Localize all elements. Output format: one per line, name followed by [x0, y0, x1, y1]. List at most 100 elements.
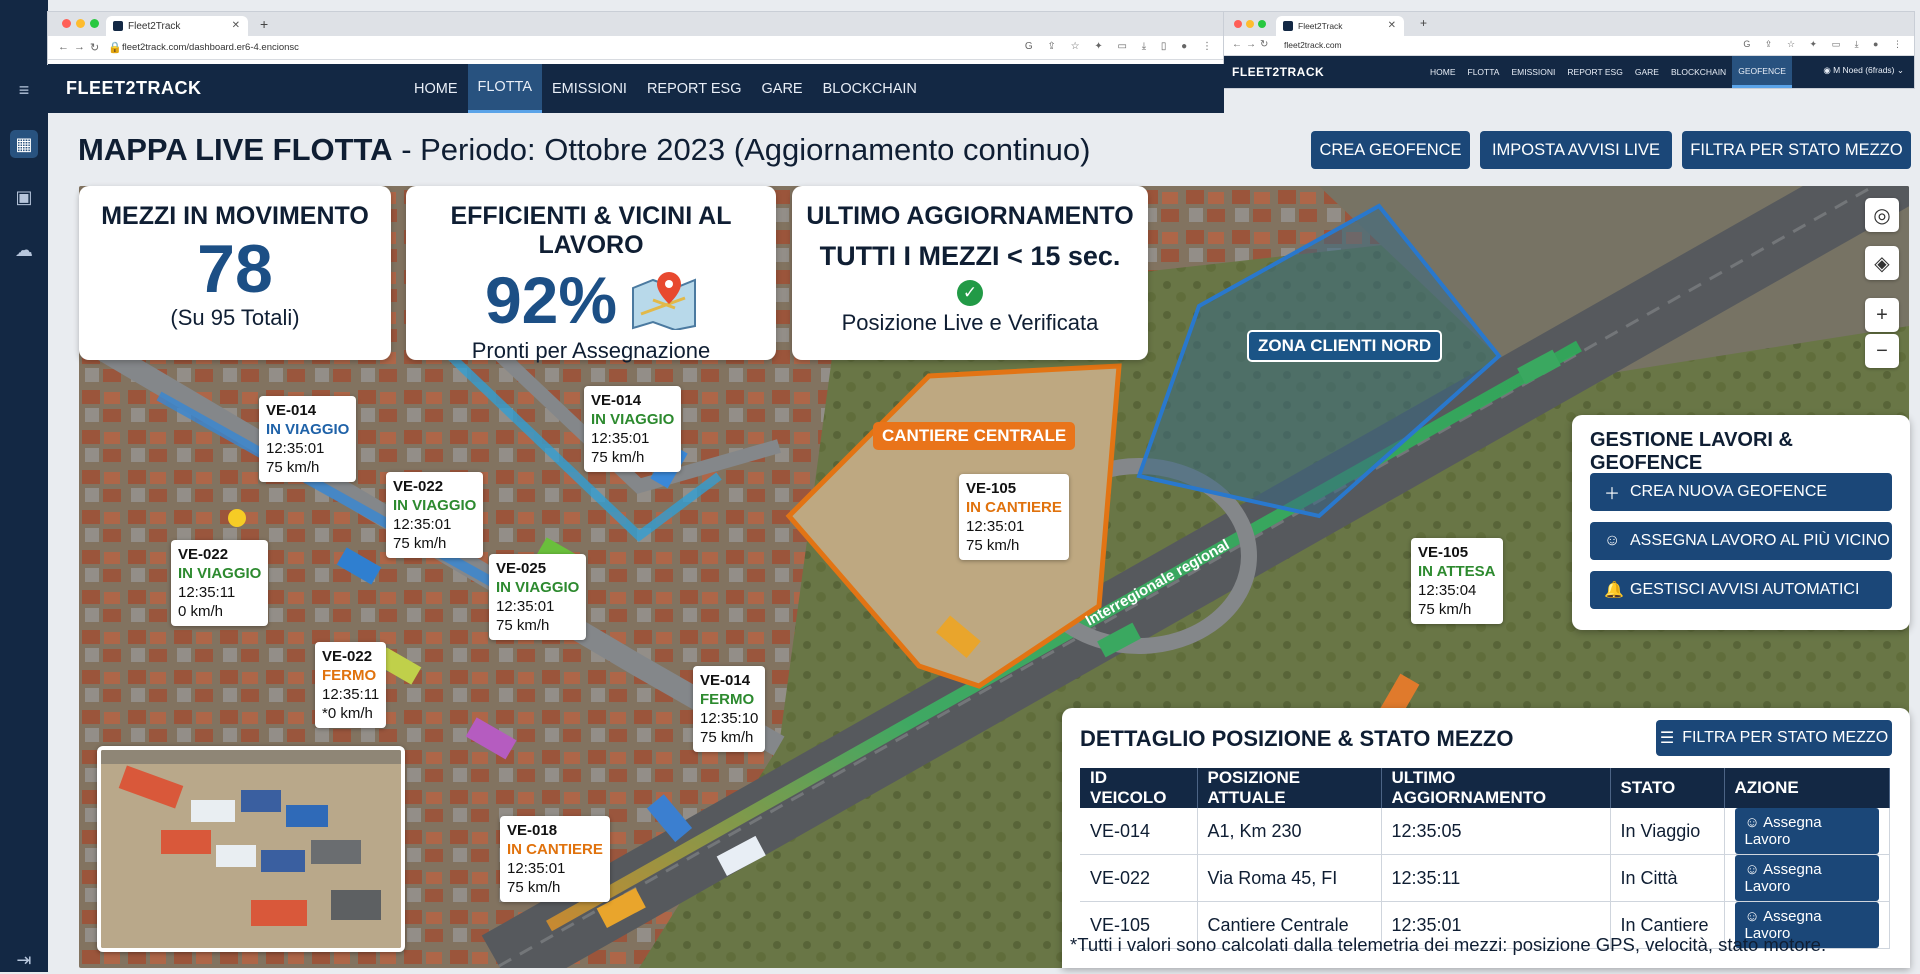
tab-title: Fleet2Track: [1298, 21, 1343, 31]
vehicle-callout[interactable]: VE-018 IN CANTIERE 12:35:01 75 km/h: [500, 816, 610, 902]
table-row[interactable]: VE-014 A1, Km 230 12:35:05 In Viaggio ☺ …: [1080, 808, 1890, 855]
user-menu[interactable]: ◉ M Noed (6frads) ⌄: [1823, 65, 1904, 76]
maximize-window-icon[interactable]: [1258, 20, 1266, 28]
hamburger-icon[interactable]: ≡: [10, 76, 38, 104]
nav-item-blockchain[interactable]: BLOCKCHAIN: [1665, 56, 1732, 88]
site-camera-inset[interactable]: [97, 746, 405, 952]
vehicle-id: VE-018: [507, 822, 558, 839]
kpi-title: ULTIMO AGGIORNAMENTO: [806, 202, 1134, 230]
browser-toolbar-icons[interactable]: G ⇪ ☆ ✦ ▭ ⤓ ▯ ● ⋮: [1025, 41, 1218, 52]
layers-icon[interactable]: ◈: [1865, 246, 1899, 280]
vehicle-callout[interactable]: VE-014 FERMO 12:35:10 75 km/h: [693, 666, 766, 752]
maximize-window-icon[interactable]: [90, 19, 99, 28]
table-row[interactable]: VE-022 Via Roma 45, FI 12:35:11 In Città…: [1080, 854, 1890, 902]
map-pin-marker[interactable]: [228, 509, 246, 527]
nav-item-report-esg[interactable]: REPORT ESG: [1561, 56, 1628, 88]
url-field[interactable]: fleet2track.com: [1284, 40, 1342, 50]
close-window-icon[interactable]: [1234, 20, 1242, 28]
nav-item-flotta[interactable]: FLOTTA: [1462, 56, 1506, 88]
manage-alerts-button[interactable]: 🔔 GESTISCI AVVISI AUTOMATICI: [1590, 571, 1892, 609]
forward-icon[interactable]: →: [74, 41, 85, 53]
cloud-upload-icon[interactable]: ☁: [10, 236, 38, 264]
back-icon[interactable]: ←: [1232, 39, 1242, 50]
col-header[interactable]: AZIONE: [1724, 768, 1890, 808]
assign-job-button[interactable]: ☺ Assegna Lavoro: [1734, 808, 1879, 854]
vehicle-callout[interactable]: VE-105 IN ATTESA 12:35:04 75 km/h: [1411, 538, 1503, 624]
cell-state: In Città: [1610, 854, 1725, 902]
favicon-icon: [113, 21, 123, 31]
wallet-icon[interactable]: ▣: [10, 183, 38, 211]
nav-item-gare[interactable]: GARE: [1629, 56, 1665, 88]
vehicle-speed: 0 km/h: [178, 603, 224, 620]
zoom-out-icon[interactable]: −: [1865, 334, 1899, 368]
vehicle-speed: *0 km/h: [322, 705, 373, 722]
forward-icon[interactable]: →: [1246, 39, 1256, 50]
nav-item-report-esg[interactable]: REPORT ESG: [637, 64, 752, 113]
vehicle-time: 12:35:01: [591, 430, 650, 447]
browser-toolbar-icons[interactable]: G ⇪ ☆ ✦ ▭ ⤓ ● ⋮: [1743, 39, 1908, 50]
vehicle-callout[interactable]: VE-022 IN VIAGGIO 12:35:11 0 km/h: [171, 540, 269, 626]
col-header[interactable]: STATO: [1610, 768, 1725, 808]
secondary-appbar: FLEET2TRACK HOME FLOTTA EMISSIONI REPORT ES…: [1224, 56, 1914, 88]
vehicle-callout[interactable]: VE-022 FERMO 12:35:11 *0 km/h: [315, 642, 387, 728]
map-pin-icon: [632, 272, 697, 330]
reload-icon[interactable]: ↻: [90, 41, 99, 54]
button-label: ASSEGNA LAVORO AL PIÙ VICINO: [1630, 532, 1890, 549]
browser-tab-secondary[interactable]: Fleet2Track ✕: [1276, 16, 1404, 36]
vehicle-status: IN VIAGGIO: [393, 497, 477, 514]
back-icon[interactable]: ←: [58, 41, 69, 53]
vehicle-callout[interactable]: VE-014 IN VIAGGIO 12:35:01 75 km/h: [584, 386, 682, 472]
close-window-icon[interactable]: [62, 19, 71, 28]
vehicle-status: IN VIAGGIO: [591, 411, 675, 428]
vehicle-id: VE-105: [966, 480, 1017, 497]
nav-item-gare[interactable]: GARE: [752, 64, 813, 113]
vehicle-id: VE-014: [266, 402, 317, 419]
set-live-alerts-button[interactable]: IMPOSTA AVVISI LIVE: [1480, 131, 1672, 169]
tab-strip: Fleet2Track ✕ +: [48, 12, 1224, 36]
geofence-panel: GESTIONE LAVORI & GEOFENCE ＋ CREA NUOVA G…: [1572, 415, 1910, 630]
vehicle-status-table: ID VEICOLO POSIZIONE ATTUALE ULTIMO AGGI…: [1080, 768, 1890, 949]
vehicle-callout[interactable]: VE-014 IN VIAGGIO 12:35:01 75 km/h: [259, 396, 357, 482]
nav-item-home[interactable]: HOME: [404, 64, 468, 113]
nav-item-emissioni[interactable]: EMISSIONI: [542, 64, 637, 113]
create-geofence-button[interactable]: CREA GEOFENCE: [1311, 131, 1470, 169]
cell-position: A1, Km 230: [1197, 808, 1382, 855]
create-new-geofence-button[interactable]: ＋ CREA NUOVA GEOFENCE: [1590, 473, 1892, 511]
nav-item-geofence[interactable]: GEOFENCE: [1732, 56, 1792, 88]
close-tab-icon[interactable]: ✕: [1388, 20, 1396, 31]
cell-time: 12:35:11: [1381, 854, 1611, 902]
detail-filter-button[interactable]: ☰ FILTRA PER STATO MEZZO: [1656, 720, 1892, 756]
assign-nearest-button[interactable]: ☺ ASSEGNA LAVORO AL PIÙ VICINO: [1590, 522, 1892, 560]
filter-status-button[interactable]: FILTRA PER STATO MEZZO: [1682, 131, 1911, 169]
new-tab-icon[interactable]: +: [260, 16, 268, 32]
minimize-window-icon[interactable]: [76, 19, 85, 28]
nav-item-home[interactable]: HOME: [1424, 56, 1462, 88]
reload-icon[interactable]: ↻: [1260, 39, 1268, 50]
vehicle-callout[interactable]: VE-105 IN CANTIERE 12:35:01 75 km/h: [959, 474, 1069, 560]
zoom-in-icon[interactable]: +: [1865, 298, 1899, 332]
vehicle-callout[interactable]: VE-025 IN VIAGGIO 12:35:01 75 km/h: [489, 554, 587, 640]
nav-item-flotta[interactable]: FLOTTA: [467, 64, 543, 113]
close-tab-icon[interactable]: ✕: [232, 20, 240, 31]
dashboard-icon[interactable]: ▦: [10, 130, 38, 158]
logout-icon[interactable]: ⇥: [10, 946, 38, 974]
vehicle-callout[interactable]: VE-022 IN VIAGGIO 12:35:01 75 km/h: [386, 472, 484, 558]
nav-item-emissioni[interactable]: EMISSIONI: [1505, 56, 1561, 88]
site-camera-image: [101, 750, 401, 948]
locate-icon[interactable]: ◎: [1865, 198, 1899, 232]
tab-title: Fleet2Track: [128, 21, 181, 32]
nav-item-blockchain[interactable]: BLOCKCHAIN: [813, 64, 927, 113]
vehicle-speed: 75 km/h: [591, 449, 645, 466]
vehicle-status: IN CANTIERE: [507, 841, 603, 858]
col-header[interactable]: ID VEICOLO: [1080, 768, 1198, 808]
main-menu: HOME FLOTTA EMISSIONI REPORT ESG GARE BLOCKCH…: [404, 64, 927, 113]
assign-job-button[interactable]: ☺ Assegna Lavoro: [1734, 855, 1879, 901]
minimize-window-icon[interactable]: [1246, 20, 1254, 28]
cell-action: ☺ Assegna Lavoro: [1724, 808, 1890, 855]
col-header[interactable]: POSIZIONE ATTUALE: [1197, 768, 1382, 808]
col-header[interactable]: ULTIMO AGGIORNAMENTO: [1381, 768, 1611, 808]
browser-tab[interactable]: Fleet2Track ✕: [106, 16, 248, 36]
url-field[interactable]: fleet2track.com/dashboard.er6-4.encionsc: [122, 42, 299, 53]
new-tab-icon[interactable]: +: [1420, 16, 1427, 30]
secondary-brand-logo: FLEET2TRACK: [1232, 65, 1325, 79]
